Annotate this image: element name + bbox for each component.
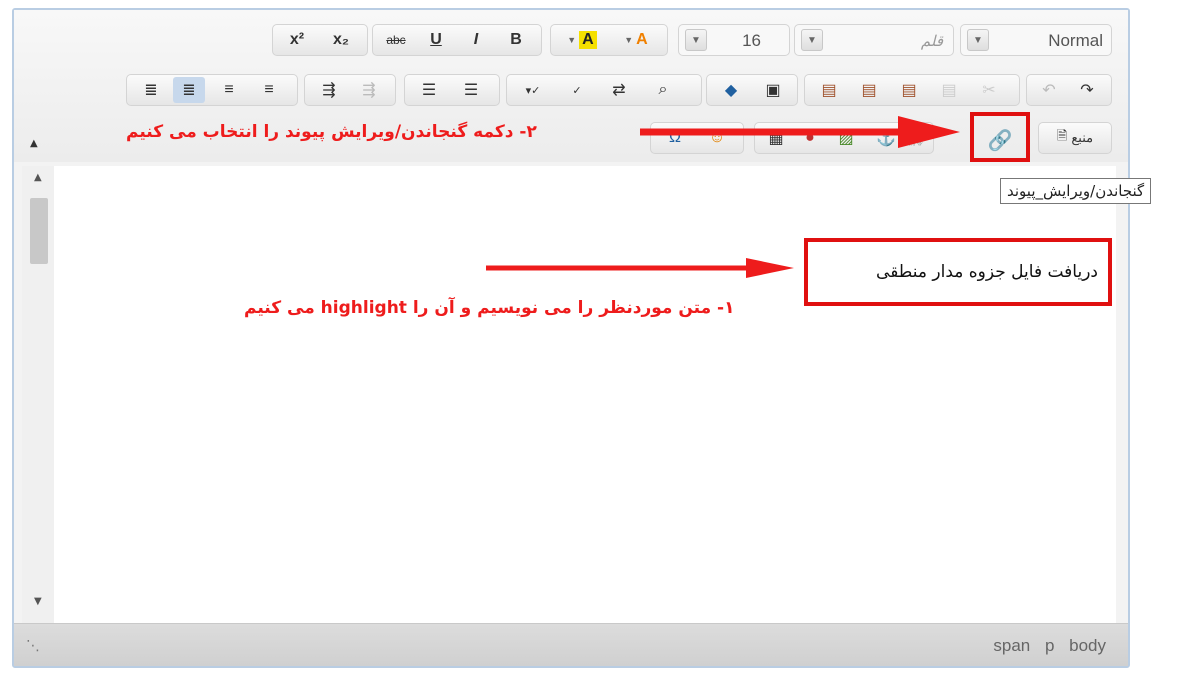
arrow-head-2 [898,116,960,148]
annotation-step-1: ۱- متن موردنظر را می نویسیم و آن را high… [244,298,735,318]
annotation-arrows [486,116,960,278]
link-tooltip: گنجاندن/ویرایش_پیوند [1000,178,1152,204]
annotation-step-2: ۲- دکمه گنجاندن/ویرایش پیوند را انتخاب م… [126,122,537,142]
arrow-head-1 [746,258,794,278]
